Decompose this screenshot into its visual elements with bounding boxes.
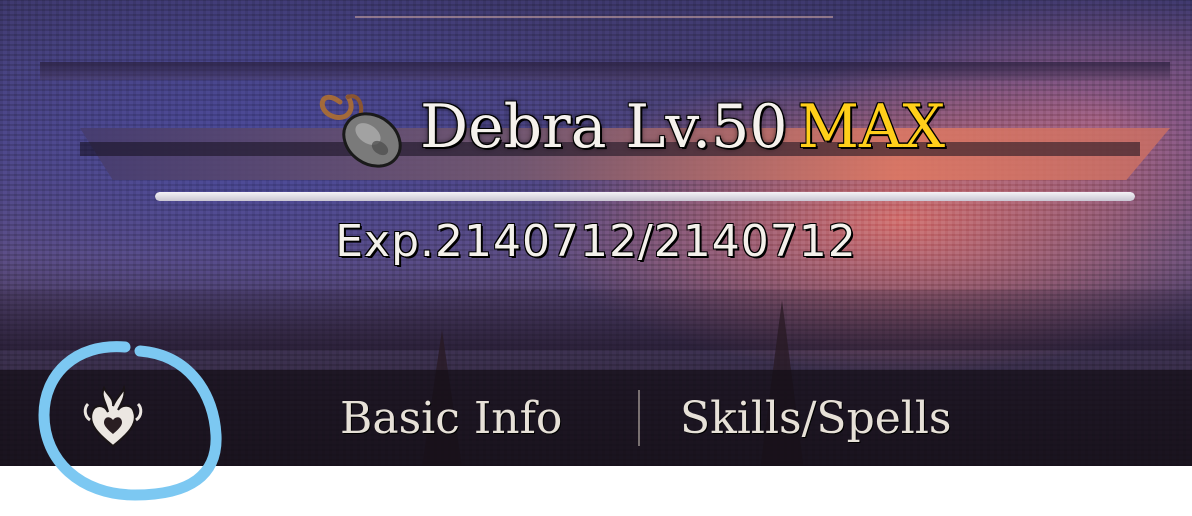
top-divider-line [355,16,833,18]
character-title: Debra Lv.50 MAX [310,82,945,172]
highlight-circle-annotation [38,341,222,501]
upper-ledge [40,62,1170,80]
stone-pendant-icon [310,82,410,172]
experience-text: Exp.2140712/2140712 [335,216,857,267]
tab-basic-info[interactable]: Basic Info [340,370,562,466]
character-name-level: Debra Lv.50 [420,92,788,162]
tab-divider [638,390,640,446]
max-level-badge: MAX [797,92,946,162]
experience-bar-fill [155,192,1135,201]
tab-skills-spells[interactable]: Skills/Spells [680,370,952,466]
experience-bar [155,192,1135,201]
